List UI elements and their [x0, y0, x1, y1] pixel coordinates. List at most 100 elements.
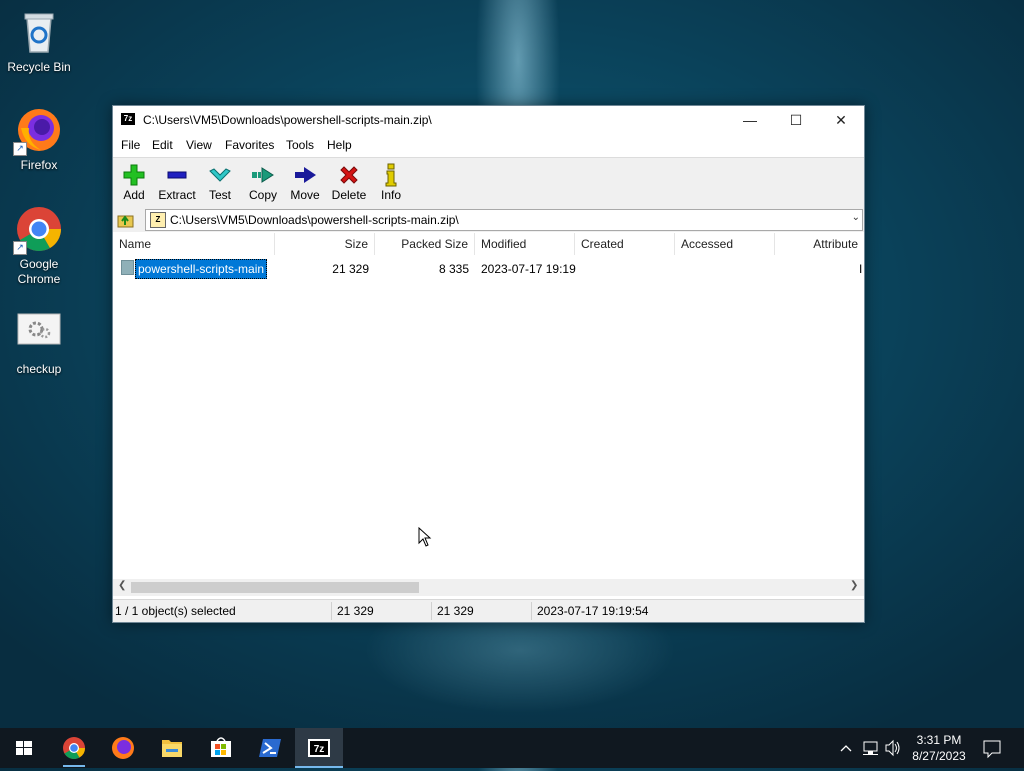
move-button[interactable]: Move — [287, 160, 323, 206]
status-divider — [431, 602, 432, 620]
desktop-icon-label: Google Chrome — [17, 257, 61, 286]
firefox-icon — [112, 737, 134, 759]
address-path: C:\Users\VM5\Downloads\powershell-script… — [170, 213, 459, 227]
menu-tools[interactable]: Tools — [286, 138, 314, 152]
taskbar-7zip[interactable]: 7z — [295, 728, 343, 768]
delete-button[interactable]: Delete — [329, 160, 369, 206]
status-divider — [331, 602, 332, 620]
clock-time: 3:31 PM — [916, 733, 962, 747]
desktop-icon-google-chrome[interactable]: ↗ Google Chrome — [2, 205, 76, 287]
extract-button[interactable]: Extract — [155, 160, 199, 206]
test-label: Test — [208, 188, 231, 202]
zip-archive-icon: Z — [150, 212, 166, 228]
menu-favorites[interactable]: Favorites — [225, 138, 274, 152]
powershell-icon — [259, 739, 281, 757]
svg-text:7z: 7z — [314, 744, 325, 755]
column-header-packed-size[interactable]: Packed Size — [375, 233, 475, 255]
info-button[interactable]: Info — [377, 160, 405, 206]
menu-view[interactable]: View — [186, 138, 212, 152]
start-button[interactable] — [0, 728, 48, 768]
7zip-app-icon: 7z — [121, 113, 135, 125]
minus-icon — [165, 163, 189, 187]
window-title: C:\Users\VM5\Downloads\powershell-script… — [143, 113, 432, 127]
horizontal-scrollbar[interactable]: ❮ ❯ — [113, 579, 864, 596]
add-button[interactable]: Add — [117, 160, 151, 206]
maximize-button[interactable]: ☐ — [773, 106, 819, 134]
minimize-button[interactable]: — — [727, 106, 773, 134]
store-bag-icon — [211, 737, 231, 757]
folder-icon — [162, 740, 182, 757]
check-icon — [208, 163, 232, 187]
column-header-created[interactable]: Created — [575, 233, 675, 255]
chevron-down-icon[interactable]: ⌄ — [852, 212, 860, 223]
scroll-left-icon[interactable]: ❮ — [118, 580, 126, 591]
volume-button[interactable] — [884, 728, 902, 768]
recycle-bin-icon — [15, 8, 63, 56]
title-bar[interactable]: 7z C:\Users\VM5\Downloads\powershell-scr… — [113, 106, 864, 134]
menu-edit[interactable]: Edit — [152, 138, 173, 152]
row-packed-size: 8 335 — [438, 262, 469, 276]
taskbar-file-explorer[interactable] — [148, 728, 196, 768]
close-button[interactable]: ✕ — [818, 106, 864, 134]
menu-file[interactable]: File — [121, 138, 140, 152]
info-label: Info — [380, 188, 401, 202]
7zip-icon: 7z — [308, 739, 330, 757]
folder-icon — [121, 260, 134, 275]
chrome-icon: ↗ — [13, 205, 63, 255]
row-size: 21 329 — [332, 262, 369, 276]
speaker-icon — [885, 739, 900, 757]
info-icon — [379, 163, 403, 187]
toolbar: Add Extract Test Copy Move Delete Info — [113, 157, 864, 208]
column-header-size[interactable]: Size — [275, 233, 375, 255]
test-button[interactable]: Test — [205, 160, 235, 206]
plus-icon — [122, 163, 146, 187]
menu-help[interactable]: Help — [327, 138, 352, 152]
status-divider — [531, 602, 532, 620]
network-button[interactable] — [862, 728, 880, 768]
status-packed: 21 329 — [437, 604, 474, 618]
chrome-icon — [63, 737, 85, 767]
status-size: 21 329 — [337, 604, 374, 618]
taskbar-microsoft-store[interactable] — [197, 728, 245, 768]
column-header-modified[interactable]: Modified — [475, 233, 575, 255]
desktop-icon-label: Firefox — [20, 158, 58, 172]
minimize-icon: — — [743, 112, 757, 128]
shortcut-arrow-icon: ↗ — [13, 241, 27, 255]
taskbar-powershell[interactable] — [246, 728, 294, 768]
status-selection: 1 / 1 object(s) selected — [115, 604, 236, 618]
scrollbar-thumb[interactable] — [131, 582, 419, 593]
desktop-icon-label: Recycle Bin — [7, 60, 71, 74]
taskbar-firefox[interactable] — [99, 728, 147, 768]
row-modified: 2023-07-17 19:19 — [481, 262, 576, 276]
address-field[interactable]: Z C:\Users\VM5\Downloads\powershell-scri… — [145, 209, 863, 231]
notification-icon — [983, 740, 1001, 759]
windows-logo-icon — [16, 741, 32, 755]
up-folder-button[interactable] — [117, 211, 135, 229]
copy-arrow-icon — [251, 163, 275, 187]
copy-label: Copy — [248, 188, 277, 202]
desktop-icon-label: checkup — [16, 362, 62, 376]
show-hidden-icons-button[interactable] — [838, 728, 854, 768]
copy-button[interactable]: Copy — [245, 160, 281, 206]
taskbar-chrome[interactable] — [50, 728, 98, 768]
column-header-name[interactable]: Name — [113, 233, 275, 255]
desktop-icon-recycle-bin[interactable]: Recycle Bin — [2, 8, 76, 75]
extract-label: Extract — [158, 188, 196, 202]
desktop-icon-checkup[interactable]: checkup — [2, 310, 76, 377]
status-bar: 1 / 1 object(s) selected 21 329 21 329 2… — [113, 599, 864, 622]
menu-bar: File Edit View Favorites Tools Help — [113, 134, 864, 156]
shortcut-arrow-icon: ↗ — [13, 142, 27, 156]
network-icon — [863, 741, 878, 755]
system-clock[interactable]: 3:31 PM 8/27/2023 — [906, 732, 972, 764]
desktop-icon-firefox[interactable]: ↗ Firefox — [2, 106, 76, 173]
taskbar: 7z 3:31 PM 8/27/2023 — [0, 728, 1024, 768]
row-name[interactable]: powershell-scripts-main — [135, 259, 268, 279]
column-header-attribute[interactable]: Attribute — [775, 233, 864, 255]
folder-up-icon — [117, 215, 134, 228]
scroll-right-icon[interactable]: ❯ — [850, 580, 858, 591]
settings-gear-file-icon — [15, 310, 63, 358]
7zip-window: 7z C:\Users\VM5\Downloads\powershell-scr… — [112, 105, 865, 623]
firefox-icon: ↗ — [13, 106, 63, 156]
notifications-button[interactable] — [982, 728, 1002, 768]
column-header-accessed[interactable]: Accessed — [675, 233, 775, 255]
